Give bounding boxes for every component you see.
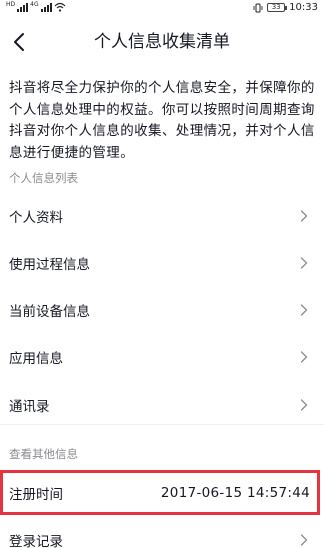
list-item-label: 通讯录 bbox=[9, 399, 50, 415]
signal-icon-2 bbox=[40, 2, 52, 12]
chevron-right-icon bbox=[300, 534, 308, 546]
register-time-row: 注册时间 2017-06-15 14:57:44 bbox=[0, 469, 324, 517]
intro-text: 抖音将尽全力保护你的个人信息安全，并保障你的个人信息处理中的权益。你可以按照时间… bbox=[9, 80, 315, 161]
register-time-value: 2017-06-15 14:57:44 bbox=[160, 485, 310, 501]
status-bar: HD 4G 33 10:33 bbox=[0, 0, 324, 20]
carrier-tag: HD bbox=[6, 1, 16, 8]
list-item-label: 个人资料 bbox=[9, 210, 63, 226]
register-time-label: 注册时间 bbox=[9, 487, 63, 503]
status-time: 10:33 bbox=[289, 2, 318, 13]
chevron-right-icon bbox=[300, 210, 308, 222]
list-item-label: 应用信息 bbox=[9, 351, 63, 367]
section-label-personal: 个人信息列表 bbox=[9, 171, 78, 185]
list-item-device-info[interactable]: 当前设备信息 bbox=[0, 286, 324, 334]
list-item-label: 当前设备信息 bbox=[9, 304, 90, 320]
section-divider bbox=[0, 424, 324, 425]
list-item-profile[interactable]: 个人资料 bbox=[0, 192, 324, 240]
list-item-label: 使用过程信息 bbox=[9, 257, 90, 273]
chevron-right-icon bbox=[300, 399, 308, 411]
list-item-label: 登录记录 bbox=[9, 534, 63, 548]
nav-bar: 个人信息收集清单 bbox=[0, 22, 324, 62]
list-item-usage-info[interactable]: 使用过程信息 bbox=[0, 239, 324, 287]
chevron-right-icon bbox=[300, 304, 308, 316]
battery-icon: 33 bbox=[267, 3, 288, 12]
page-title: 个人信息收集清单 bbox=[94, 32, 230, 52]
signal-icon bbox=[17, 2, 29, 12]
status-left: HD 4G bbox=[6, 2, 66, 12]
wifi-icon bbox=[54, 2, 66, 12]
list-item-app-info[interactable]: 应用信息 bbox=[0, 333, 324, 381]
vibrate-icon bbox=[253, 3, 263, 12]
chevron-right-icon bbox=[300, 257, 308, 269]
chevron-right-icon bbox=[300, 351, 308, 363]
list-item-login-records[interactable]: 登录记录 bbox=[0, 516, 324, 548]
section-label-other: 查看其他信息 bbox=[9, 447, 78, 461]
network-tag: 4G bbox=[30, 1, 39, 8]
status-right: 33 10:33 bbox=[253, 2, 318, 13]
list-item-contacts[interactable]: 通讯录 bbox=[0, 381, 324, 429]
